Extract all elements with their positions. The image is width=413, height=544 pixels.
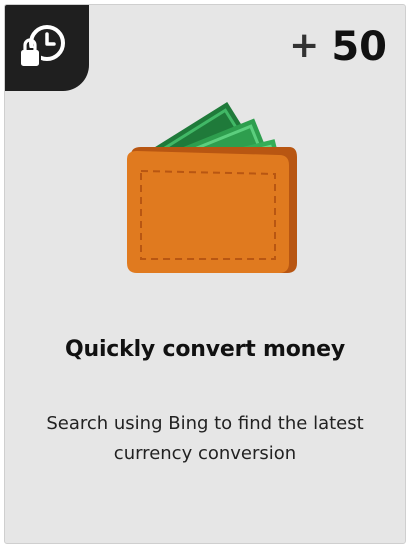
offer-card[interactable]: + 50 Quickly convert money Search using … bbox=[4, 4, 406, 544]
points-value: 50 bbox=[331, 24, 387, 70]
wallet-illustration bbox=[119, 95, 299, 285]
locked-badge bbox=[5, 5, 89, 91]
wallet-with-cash-icon bbox=[127, 102, 297, 273]
points-plus-sign: + bbox=[289, 25, 320, 66]
points-reward: + 50 bbox=[289, 27, 387, 67]
lock-clock-icon bbox=[19, 25, 65, 67]
offer-title: Quickly convert money bbox=[65, 337, 345, 362]
offer-description: Search using Bing to find the latest cur… bbox=[46, 413, 364, 464]
